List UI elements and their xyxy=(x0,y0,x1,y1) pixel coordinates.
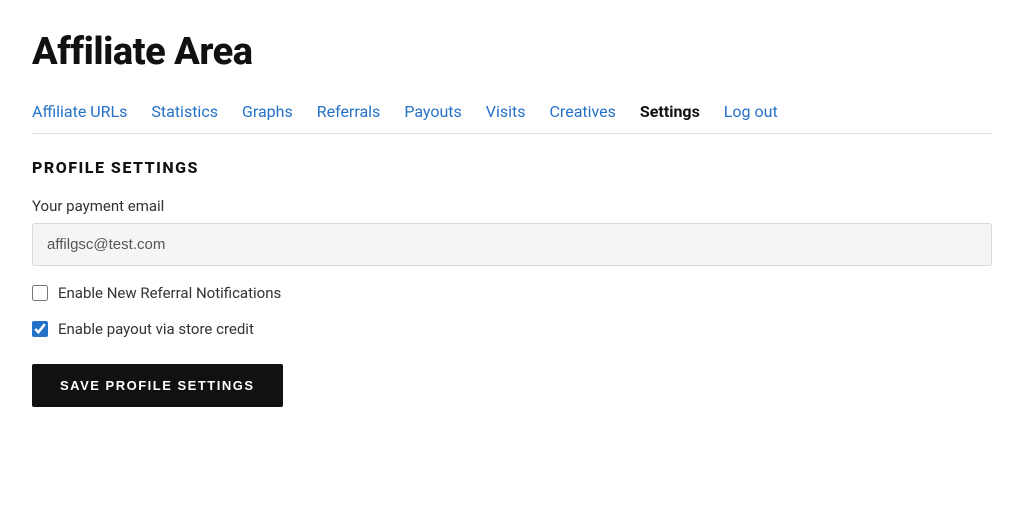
payment-email-group: Your payment email xyxy=(32,197,992,266)
nav-logout[interactable]: Log out xyxy=(724,102,778,121)
payout-credit-label[interactable]: Enable payout via store credit xyxy=(58,320,254,338)
nav-creatives[interactable]: Creatives xyxy=(550,102,616,121)
payment-email-label: Your payment email xyxy=(32,197,992,215)
nav-referrals[interactable]: Referrals xyxy=(317,102,381,121)
navigation: Affiliate URLs Statistics Graphs Referra… xyxy=(32,102,992,134)
nav-visits[interactable]: Visits xyxy=(486,102,526,121)
nav-statistics[interactable]: Statistics xyxy=(151,102,218,121)
referral-notifications-group: Enable New Referral Notifications xyxy=(32,284,992,302)
payment-email-input[interactable] xyxy=(32,223,992,266)
nav-settings[interactable]: Settings xyxy=(640,102,700,121)
payout-credit-group: Enable payout via store credit xyxy=(32,320,992,338)
referral-notifications-label[interactable]: Enable New Referral Notifications xyxy=(58,284,281,302)
profile-settings-section: PROFILE SETTINGS Your payment email Enab… xyxy=(32,158,992,407)
save-profile-button[interactable]: SAVE PROFILE SETTINGS xyxy=(32,364,283,407)
referral-notifications-checkbox[interactable] xyxy=(32,285,48,301)
nav-payouts[interactable]: Payouts xyxy=(404,102,461,121)
section-title: PROFILE SETTINGS xyxy=(32,158,992,177)
nav-affiliate-urls[interactable]: Affiliate URLs xyxy=(32,102,127,121)
payout-credit-checkbox[interactable] xyxy=(32,321,48,337)
nav-graphs[interactable]: Graphs xyxy=(242,102,293,121)
page-title: Affiliate Area xyxy=(32,30,992,74)
